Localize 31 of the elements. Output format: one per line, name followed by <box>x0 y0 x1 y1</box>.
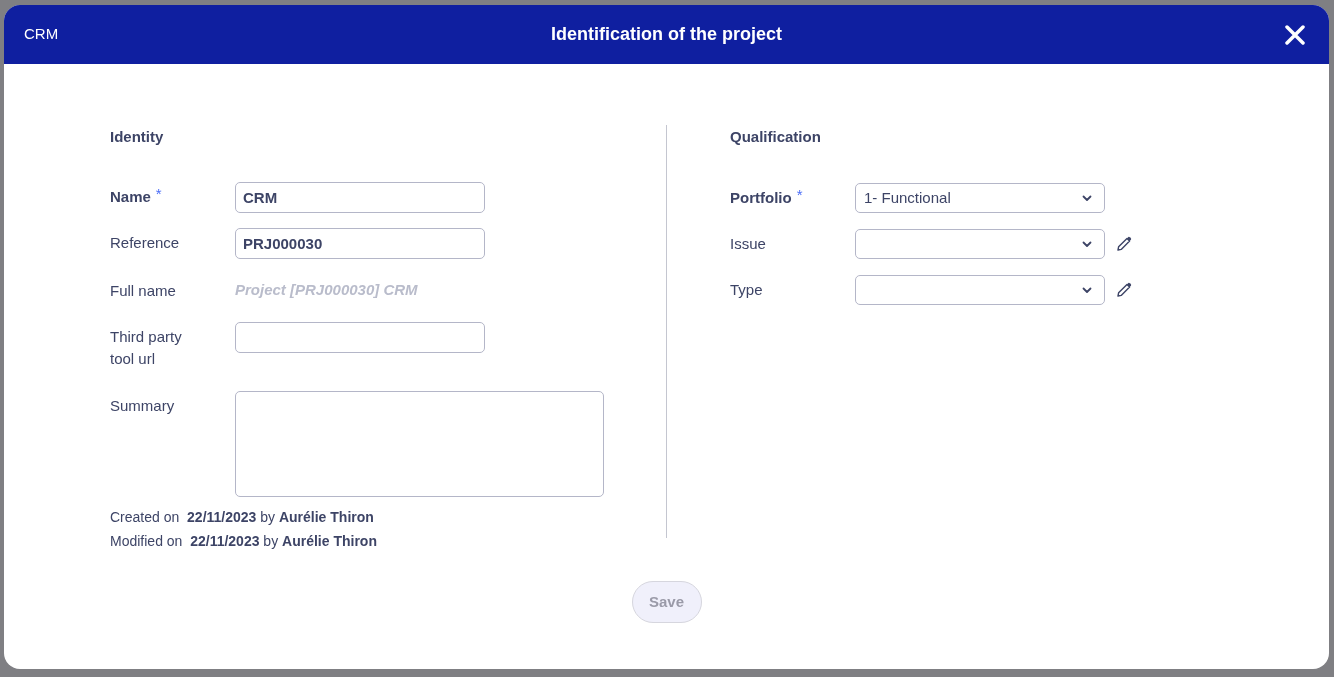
summary-field[interactable] <box>235 391 604 497</box>
close-icon <box>1285 24 1305 45</box>
section-heading: Identity <box>110 127 165 147</box>
audit-line: Modified on 22/11/2023 by Aurélie Thiron <box>110 532 378 551</box>
text-field[interactable]: CRM <box>235 182 485 213</box>
field-label: Name <box>110 187 151 207</box>
chevron-icon <box>1082 194 1092 202</box>
audit-line: Created on 22/11/2023 by Aurélie Thiron <box>110 508 375 527</box>
close-button[interactable] <box>1283 22 1307 47</box>
computed-value: Project [PRJ000030] CRM <box>235 280 418 301</box>
required-mark: * <box>155 186 162 202</box>
pencil-icon[interactable] <box>1116 236 1132 252</box>
field-label: Portfolio <box>730 188 792 208</box>
text-field[interactable] <box>235 322 485 353</box>
select-field[interactable] <box>855 229 1105 259</box>
field-label: Summary <box>110 396 175 416</box>
app-label: CRM <box>24 24 59 45</box>
field-label: Full name <box>110 280 176 301</box>
chevron-icon <box>1082 240 1092 248</box>
field-label: Third party tool url <box>110 327 183 369</box>
select-field[interactable]: 1- Functional <box>855 183 1105 213</box>
field-label: Type <box>730 280 763 300</box>
field-label: Reference <box>110 233 180 253</box>
chevron-icon <box>1082 286 1092 294</box>
field-label: Issue <box>730 234 766 254</box>
text-field[interactable]: PRJ000030 <box>235 228 485 259</box>
select-field[interactable] <box>855 275 1105 305</box>
dialog-title: Identification of the project <box>551 23 782 46</box>
section-heading: Qualification <box>730 127 822 147</box>
required-mark: * <box>796 187 803 203</box>
pencil-icon[interactable] <box>1116 282 1132 298</box>
